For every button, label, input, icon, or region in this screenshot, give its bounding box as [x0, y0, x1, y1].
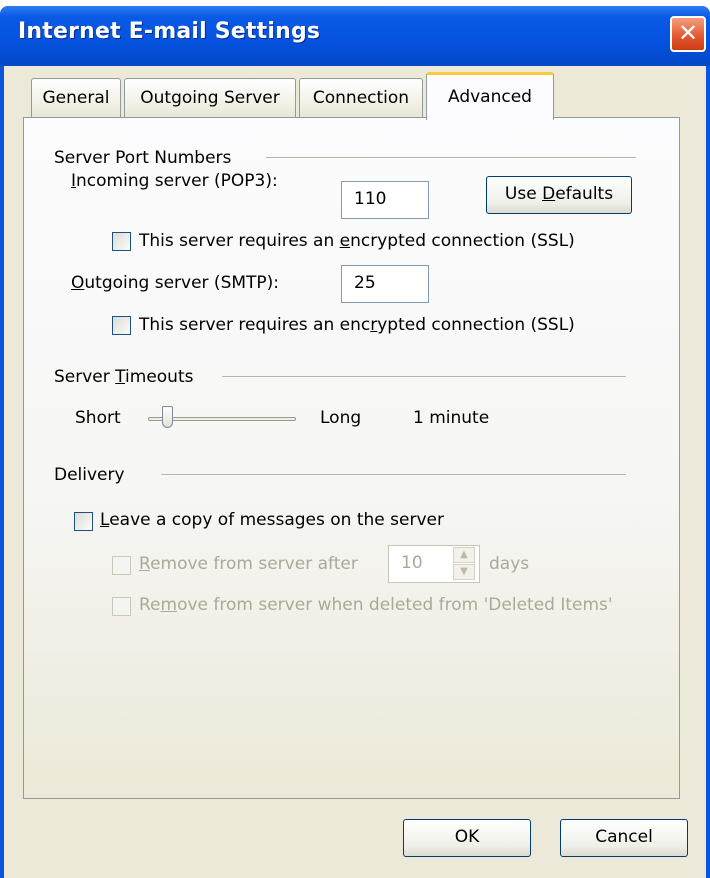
- slider-short-label: Short: [75, 408, 121, 428]
- timeout-slider-thumb[interactable]: [161, 406, 173, 428]
- spin-up-icon[interactable]: ▲: [453, 547, 475, 563]
- outgoing-port-input[interactable]: 25: [341, 265, 429, 303]
- remove-deleted-checkbox[interactable]: [112, 597, 131, 616]
- advanced-tab-panel: Server Port Numbers Incoming server (POP…: [23, 117, 680, 799]
- spin-down-icon[interactable]: ▼: [453, 564, 475, 580]
- incoming-ssl-label: This server requires an encrypted connec…: [139, 231, 575, 251]
- group-divider: [266, 157, 636, 159]
- incoming-port-input[interactable]: 110: [341, 181, 429, 219]
- group-divider: [222, 376, 626, 378]
- remove-deleted-label: Remove from server when deleted from 'De…: [139, 595, 613, 615]
- window-title: Internet E-mail Settings: [18, 19, 321, 44]
- ok-button[interactable]: OK: [403, 819, 531, 857]
- days-label: days: [489, 554, 530, 574]
- tab-connection[interactable]: Connection: [299, 78, 423, 118]
- incoming-server-label: Incoming server (POP3):: [71, 171, 278, 191]
- close-button[interactable]: ✕: [670, 16, 706, 52]
- cancel-button[interactable]: Cancel: [560, 819, 688, 857]
- use-defaults-button[interactable]: Use Defaults: [486, 176, 632, 214]
- timeout-value: 1 minute: [413, 408, 490, 428]
- group-label-delivery: Delivery: [54, 465, 125, 485]
- incoming-ssl-checkbox[interactable]: [112, 232, 131, 251]
- remove-after-label: Remove from server after: [139, 554, 358, 574]
- outgoing-ssl-checkbox[interactable]: [112, 316, 131, 335]
- tab-general[interactable]: General: [31, 78, 121, 118]
- outgoing-server-label: Outgoing server (SMTP):: [71, 273, 280, 293]
- group-label-server-timeouts: Server Timeouts: [54, 367, 194, 387]
- remove-after-checkbox[interactable]: [112, 556, 131, 575]
- tab-outgoing-server[interactable]: Outgoing Server: [124, 78, 296, 118]
- group-divider: [161, 474, 626, 476]
- outgoing-ssl-label: This server requires an encrypted connec…: [139, 315, 575, 335]
- slider-long-label: Long: [320, 408, 362, 428]
- tab-advanced[interactable]: Advanced: [426, 72, 554, 120]
- leave-copy-label: Leave a copy of messages on the server: [100, 510, 444, 530]
- leave-copy-checkbox[interactable]: [74, 512, 93, 531]
